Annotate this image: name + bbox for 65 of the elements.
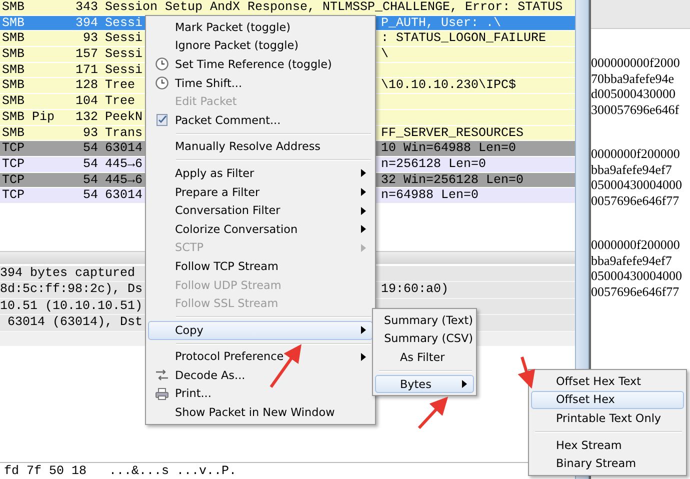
info-text: 10 Win=64988 Len=0 xyxy=(381,141,516,156)
detail-text: 19:60:a0) xyxy=(381,282,449,298)
info-text: Trans xyxy=(104,126,143,140)
hex-text: 0057696e646f77 xyxy=(591,192,680,208)
protocol-text: SMB xyxy=(1,126,26,140)
info-text: \ xyxy=(381,47,389,62)
detail-text: 394 bytes captured xyxy=(0,266,136,280)
info-text: Sessi xyxy=(104,62,143,78)
info-text: 63014 xyxy=(104,188,143,203)
hex-text: 000000000f2000 xyxy=(591,55,681,70)
hex-text: 0000000f200000 xyxy=(591,146,681,162)
info-text: Tree xyxy=(104,78,136,94)
length-text: 104 xyxy=(74,94,98,109)
info-text: P_AUTH, User: .\ xyxy=(381,16,502,30)
info-text: PeekN xyxy=(104,110,143,124)
info-text: n=256128 Len=0 xyxy=(381,156,486,171)
info-text: Sessi xyxy=(104,31,143,46)
length-text: 128 xyxy=(74,78,98,94)
protocol-text: SMB xyxy=(1,94,26,109)
length-text: 54 xyxy=(82,156,98,172)
length-text: 132 xyxy=(74,110,98,124)
info-text: 445→6 xyxy=(104,172,143,188)
length-text: 394 xyxy=(74,16,98,30)
protocol-text: SMB xyxy=(1,31,26,46)
hex-text: 300057696e646f xyxy=(591,102,680,117)
hex-text: 0057696e646f77 xyxy=(591,284,680,299)
protocol-text: TCP xyxy=(1,141,26,156)
hex-text: 05000430004000 xyxy=(591,177,683,192)
info-text: FF_SERVER_RESOURCES xyxy=(381,126,524,140)
hex-text: 70bba9afefe94e xyxy=(591,70,676,86)
info-text: Sessi xyxy=(104,47,143,62)
protocol-text: TCP xyxy=(1,172,26,188)
length-text: 93 xyxy=(82,31,98,46)
length-text: 343 xyxy=(74,0,98,15)
hex-text: 0000000f200000 xyxy=(591,237,681,252)
info-text: 63014 xyxy=(104,141,143,156)
hex-text: bba9afefe94ef7 xyxy=(591,162,673,177)
info-text: Tree xyxy=(104,94,136,109)
protocol-text: SMB xyxy=(1,47,26,62)
protocol-text: SMB xyxy=(1,78,26,94)
hex-text: 05000430004000 xyxy=(591,268,683,284)
protocol-text: TCP xyxy=(1,156,26,172)
length-text: 54 xyxy=(82,188,98,203)
info-text: Session Setup AndX Response, NTLMSSP_CHALLENGE, Error: STATUS xyxy=(104,0,563,15)
protocol-text: SMB xyxy=(1,62,26,78)
protocol-text: SMB Pip xyxy=(1,110,56,124)
detail-text: 8d:5c:ff:98:2c), Ds xyxy=(0,282,143,296)
length-text: 171 xyxy=(74,62,98,78)
info-text: \10.10.10.230\IPC$ xyxy=(381,78,516,92)
info-text: n=64988 Len=0 xyxy=(381,188,479,202)
protocol-text: SMB xyxy=(1,0,26,15)
info-text: : STATUS_LOGON_FAILURE xyxy=(381,31,546,46)
detail-text: 10.51 (10.10.10.51) xyxy=(0,298,143,313)
length-text: 93 xyxy=(82,126,98,140)
protocol-text: TCP xyxy=(1,188,26,203)
detail-text: 63014 (63014), Dst xyxy=(6,315,143,330)
info-text: 445→6 xyxy=(104,156,143,172)
length-text: 54 xyxy=(82,172,98,188)
info-text: 32 Win=256128 Len=0 xyxy=(381,172,524,187)
length-text: 157 xyxy=(74,47,98,62)
length-text: 54 xyxy=(82,141,98,156)
hex-text: d005000430000 xyxy=(591,86,676,102)
hex-text: bba9afefe94ef7 xyxy=(591,252,673,268)
info-text: Sessi xyxy=(104,16,143,30)
protocol-text: SMB xyxy=(1,16,26,30)
